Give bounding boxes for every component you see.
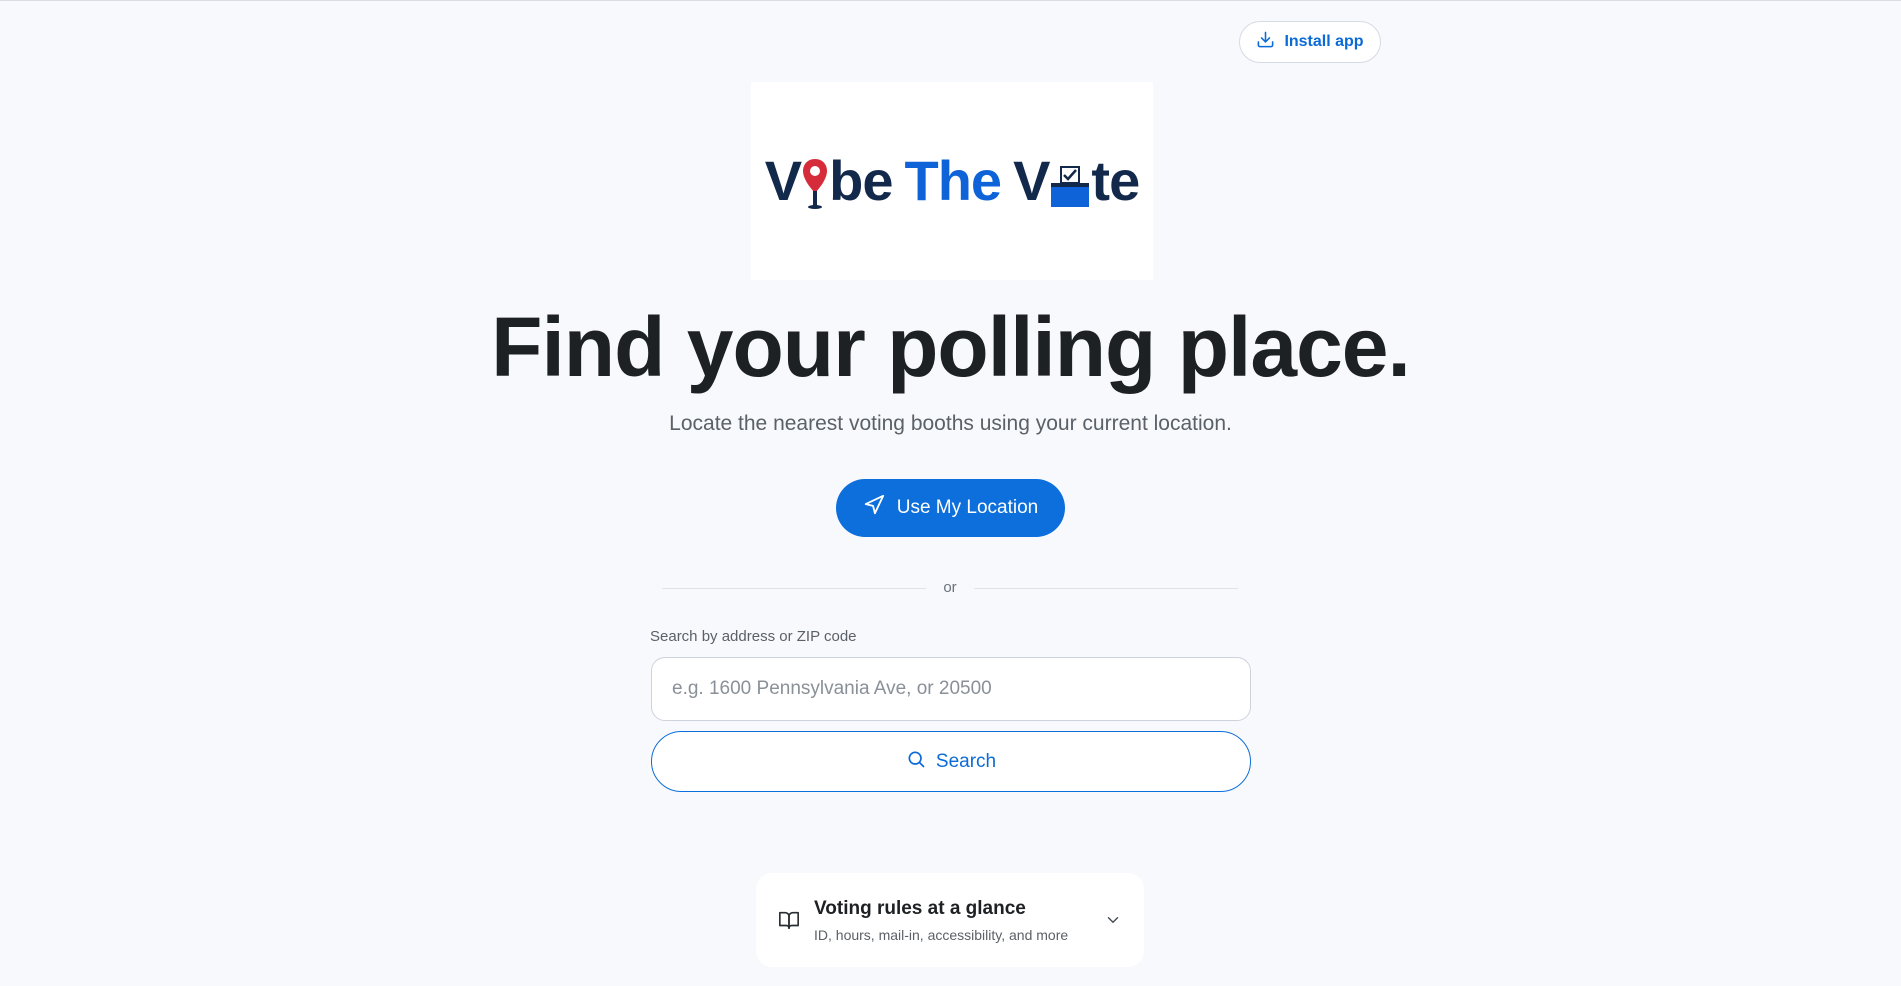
download-icon [1256, 30, 1275, 54]
search-button[interactable]: Search [651, 731, 1251, 792]
divider-right [974, 588, 1238, 589]
search-label: Search by address or ZIP code [650, 628, 857, 645]
voting-rules-card[interactable]: Voting rules at a glance ID, hours, mail… [756, 873, 1144, 967]
top-border [0, 0, 1901, 1]
logo-text-v2: V [1013, 149, 1050, 212]
logo-text-te: te [1091, 149, 1140, 212]
page: Install app V be The V te Find your poll… [0, 0, 1901, 986]
install-app-label: Install app [1284, 33, 1364, 50]
install-app-button[interactable]: Install app [1239, 21, 1381, 63]
logo-text-v1: V [764, 149, 802, 212]
logo-text-be: be [829, 149, 893, 212]
page-subtitle: Locate the nearest voting booths using y… [669, 412, 1232, 435]
or-separator: or [943, 579, 957, 596]
use-my-location-label: Use My Location [896, 497, 1039, 518]
chevron-down-icon[interactable] [1104, 911, 1122, 929]
divider-left [662, 588, 926, 589]
logo: V be The V te [751, 82, 1153, 280]
search-button-label: Search [935, 750, 997, 772]
logo-text-the: The [904, 149, 1003, 212]
open-book-icon [778, 909, 800, 931]
use-my-location-button[interactable]: Use My Location [836, 479, 1065, 537]
voting-rules-subtitle: ID, hours, mail-in, accessibility, and m… [814, 926, 1069, 943]
voting-rules-title: Voting rules at a glance [814, 897, 1026, 919]
map-pin-icon [801, 157, 829, 209]
search-input[interactable] [651, 657, 1251, 721]
search-icon [906, 749, 926, 775]
navigation-arrow-icon [863, 494, 885, 522]
ballot-box-icon [1049, 165, 1091, 209]
page-title: Find your polling place. [491, 300, 1411, 394]
